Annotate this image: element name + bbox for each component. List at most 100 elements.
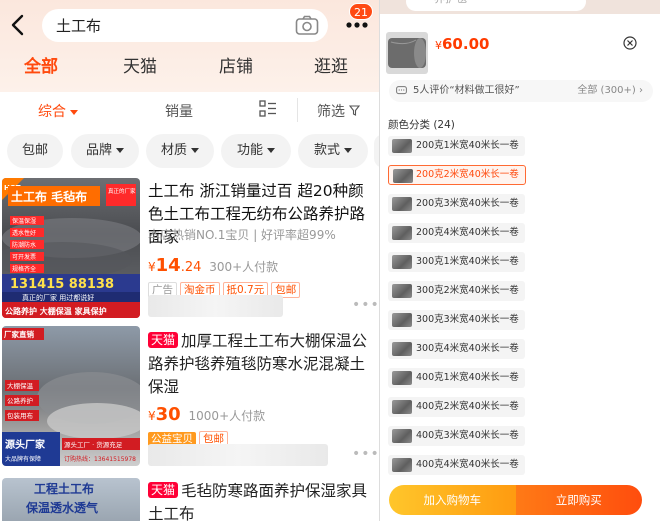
thumb-title: 工程土工布 [34, 481, 94, 496]
sku-option[interactable]: 400克4米宽40米长一卷 [388, 455, 525, 475]
sku-option[interactable]: 400克2米宽40米长一卷 [388, 397, 525, 417]
product-thumbnail[interactable]: HOT 土工布 毛毡布 真正的厂家 保温保湿 透水性好 防潮防水 可开发票 规格… [2, 178, 140, 318]
buy-now-button[interactable]: 立即购买 [515, 485, 642, 515]
chip-style-label: 款式 [313, 143, 340, 158]
sku-thumbnail [392, 458, 412, 472]
chip-style[interactable]: 款式 [298, 134, 368, 168]
chip-material-label: 材质 [160, 143, 187, 158]
sku-thumbnail [392, 226, 412, 240]
item-more-icon[interactable]: ••• [352, 297, 379, 313]
sort-comprehensive-label: 综合 [38, 104, 66, 120]
sku-option-selected[interactable]: 200克2米宽40米长一卷 [388, 165, 526, 185]
buyer-count: 1000+人付款 [188, 409, 266, 423]
camera-icon[interactable] [295, 15, 319, 36]
caret-down-icon [116, 148, 124, 153]
sku-option-label: 200克3米宽40米长一卷 [416, 198, 519, 209]
sku-option-label: 400克3米宽40米长一卷 [416, 430, 519, 441]
sku-thumbnail [392, 255, 412, 269]
product-thumbnail[interactable]: 厂家直销 大棚保温 公路养护 包装用布 源头厂家 大品牌有保障 源头工厂 · 货… [2, 326, 140, 466]
close-icon[interactable] [623, 36, 637, 50]
back-arrow-icon[interactable] [8, 13, 28, 37]
sku-option[interactable]: 200克4米宽40米长一卷 [388, 223, 525, 243]
result-tabs: 全部 天猫 店铺 逛逛 [0, 52, 379, 82]
thumb-factory: 真正的厂家 [108, 187, 136, 195]
thumb-use-2: 公路养护 [7, 396, 33, 405]
sku-selector-sheet: 养护毯 ¥60.00 5人评价“材料做工很好” 全部 (300+) › 颜色分类… [379, 0, 660, 521]
thumb-source: 源头厂家 [5, 438, 46, 451]
chip-free-shipping[interactable]: 包邮 [7, 134, 63, 168]
sku-thumbnail [392, 342, 412, 356]
sort-comprehensive[interactable]: 综合 [38, 101, 78, 121]
product-thumbnail[interactable]: 工程土工布 保温透水透气 [2, 478, 140, 521]
blurred-shop-info [148, 444, 328, 466]
sku-option[interactable]: 300克4米宽40米长一卷 [388, 339, 525, 359]
sku-option-label: 300克1米宽40米长一卷 [416, 256, 519, 267]
thumb-supply: 源头工厂 · 货源充足 [64, 440, 123, 449]
sku-option[interactable]: 300克1米宽40米长一卷 [388, 252, 525, 272]
comment-icon [396, 86, 407, 95]
chip-function[interactable]: 功能 [221, 134, 291, 168]
selected-product-image[interactable] [386, 32, 428, 74]
product-thumbnail-art: HOT 土工布 毛毡布 真正的厂家 保温保湿 透水性好 防潮防水 可开发票 规格… [2, 178, 140, 318]
sku-thumbnail [392, 400, 412, 414]
search-query: 土工布 [56, 17, 102, 35]
product-subtitle: 本店热销NO.1宝贝 | 好评率超99% [148, 228, 336, 242]
tab-tmall[interactable]: 天猫 [123, 52, 157, 77]
filter-chips: 包邮 品牌 材质 功能 款式 [0, 134, 379, 168]
tab-shops[interactable]: 店铺 [219, 52, 253, 77]
price-integer: 14 [155, 255, 181, 276]
thumb-direct: 厂家直销 [4, 329, 34, 339]
sort-sales[interactable]: 销量 [165, 101, 193, 121]
sku-thumbnail [392, 429, 412, 443]
filter-button[interactable]: 筛选 [317, 101, 361, 121]
sku-option[interactable]: 400克1米宽40米长一卷 [388, 368, 525, 388]
review-all-label: 全部 (300+) [577, 85, 636, 96]
search-input[interactable]: 土工布 [42, 9, 328, 42]
price-row: ¥30 1000+人付款 [148, 404, 265, 425]
thumb-subtitle: 保温透水透气 [25, 500, 98, 515]
thumb-use-3: 包装用布 [7, 411, 34, 420]
sku-option[interactable]: 400克3米宽40米长一卷 [388, 426, 525, 446]
product-thumbnail-art: 厂家直销 大棚保温 公路养护 包装用布 源头厂家 大品牌有保障 源头工厂 · 货… [2, 328, 140, 466]
thumb-use-1: 大棚保温 [7, 381, 34, 390]
background-search-input: 养护毯 [406, 0, 586, 11]
product-title-text: 加厚工程土工布大棚保温公路养护毯养殖毯防寒水泥混凝土保湿 [148, 332, 368, 396]
price-integer: 30 [155, 404, 181, 425]
more-menu-icon[interactable] [344, 18, 370, 32]
item-more-icon[interactable]: ••• [352, 446, 379, 462]
filter-label: 筛选 [317, 104, 345, 120]
product-title[interactable]: 天猫 加厚工程土工布大棚保温公路养护毯养殖毯防寒水泥混凝土保湿 [148, 330, 374, 399]
currency-symbol: ¥ [435, 39, 442, 52]
caret-down-icon [267, 148, 275, 153]
sku-option[interactable]: 200克3米宽40米长一卷 [388, 194, 525, 214]
sku-option-label: 200克4米宽40米长一卷 [416, 227, 519, 238]
chip-brand[interactable]: 品牌 [71, 134, 139, 168]
selected-price: ¥60.00 [435, 35, 489, 53]
tmall-tag: 天猫 [148, 482, 179, 498]
product-title[interactable]: 天猫 毛毡防寒路面养护保湿家具土工布 [148, 480, 374, 521]
thumb-title: 土工布 毛毡布 [11, 189, 87, 204]
thumb-brand: 大品牌有保障 [5, 455, 41, 463]
chip-material[interactable]: 材质 [146, 134, 214, 168]
thumb-feature-2: 透水性好 [12, 229, 36, 237]
tab-all[interactable]: 全部 [24, 52, 58, 77]
review-summary[interactable]: 5人评价“材料做工很好” 全部 (300+) › [389, 80, 653, 102]
caret-down-icon [191, 148, 199, 153]
add-to-cart-button[interactable]: 加入购物车 [389, 485, 516, 515]
sku-option-label: 400克1米宽40米长一卷 [416, 372, 519, 383]
review-all-link[interactable]: 全部 (300+) › [577, 80, 643, 102]
sku-option[interactable]: 200克1米宽40米长一卷 [388, 136, 525, 156]
sort-bar: 综合 销量 筛选 [0, 92, 379, 130]
sku-thumbnail [392, 139, 412, 153]
list-view-toggle-icon[interactable] [259, 100, 277, 118]
thumb-slogan: 真正的厂家 用过都说好 [22, 293, 94, 302]
sku-thumbnail [392, 284, 412, 298]
color-category-label: 颜色分类 (24) [388, 119, 455, 131]
product-thumbnail-art: 工程土工布 保温透水透气 [25, 481, 98, 515]
sku-option[interactable]: 300克2米宽40米长一卷 [388, 281, 525, 301]
thumb-phone: 131415 88138 [10, 277, 114, 292]
tab-browse[interactable]: 逛逛 [314, 52, 348, 77]
sku-option[interactable]: 300克3米宽40米长一卷 [388, 310, 525, 330]
thumb-feature-5: 规格齐全 [12, 265, 36, 273]
filter-funnel-icon [349, 105, 361, 116]
